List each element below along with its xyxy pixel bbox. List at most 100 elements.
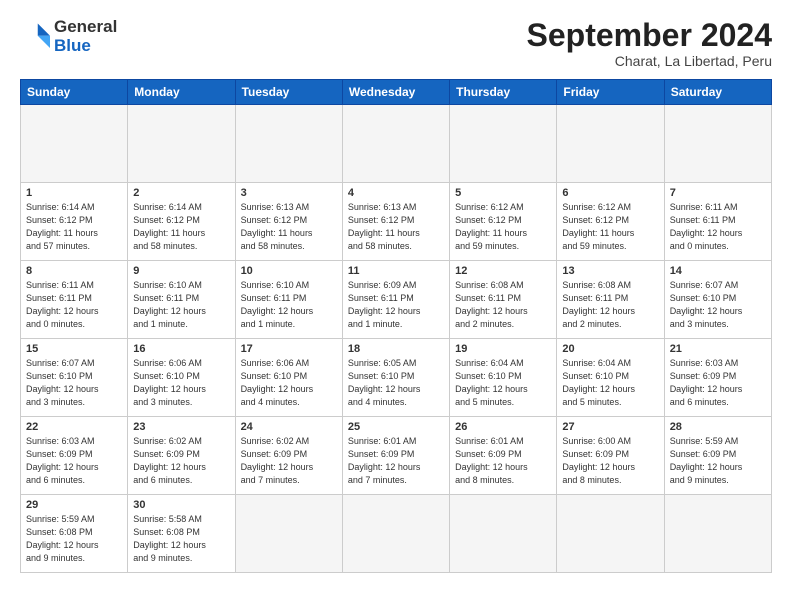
col-saturday: Saturday <box>664 80 771 105</box>
day-number: 27 <box>562 421 658 433</box>
day-number: 22 <box>26 421 122 433</box>
day-detail: Sunrise: 6:08 AM Sunset: 6:11 PM Dayligh… <box>562 279 658 331</box>
calendar-week-row: 22 Sunrise: 6:03 AM Sunset: 6:09 PM Dayli… <box>21 417 772 495</box>
day-detail: Sunrise: 6:08 AM Sunset: 6:11 PM Dayligh… <box>455 279 551 331</box>
calendar-table: Sunday Monday Tuesday Wednesday Thursday… <box>20 79 772 573</box>
calendar-body: 1 Sunrise: 6:14 AM Sunset: 6:12 PM Daylig… <box>21 105 772 573</box>
calendar-cell: 19 Sunrise: 6:04 AM Sunset: 6:10 PM Dayli… <box>450 339 557 417</box>
calendar-cell: 23Sunrise: 6:02 AM Sunset: 6:09 PM Dayli… <box>128 417 235 495</box>
day-detail: Sunrise: 6:02 AM Sunset: 6:09 PM Dayligh… <box>241 435 337 487</box>
col-friday: Friday <box>557 80 664 105</box>
calendar-cell: 16 Sunrise: 6:06 AM Sunset: 6:10 PM Dayli… <box>128 339 235 417</box>
day-detail: Sunrise: 6:04 AM Sunset: 6:10 PM Dayligh… <box>455 357 551 409</box>
calendar-cell <box>664 105 771 183</box>
day-detail: Sunrise: 5:58 AM Sunset: 6:08 PM Dayligh… <box>133 513 229 565</box>
day-number: 17 <box>241 343 337 355</box>
day-number: 6 <box>562 187 658 199</box>
day-detail: Sunrise: 6:03 AM Sunset: 6:09 PM Dayligh… <box>26 435 122 487</box>
calendar-cell: 6 Sunrise: 6:12 AM Sunset: 6:12 PM Daylig… <box>557 183 664 261</box>
day-detail: Sunrise: 6:06 AM Sunset: 6:10 PM Dayligh… <box>133 357 229 409</box>
calendar-cell: 20Sunrise: 6:04 AM Sunset: 6:10 PM Dayli… <box>557 339 664 417</box>
logo-blue: Blue <box>54 36 91 55</box>
day-detail: Sunrise: 6:14 AM Sunset: 6:12 PM Dayligh… <box>26 201 122 253</box>
calendar-cell <box>342 105 449 183</box>
calendar-cell: 26 Sunrise: 6:01 AM Sunset: 6:09 PM Dayli… <box>450 417 557 495</box>
calendar-cell: 27 Sunrise: 6:00 AM Sunset: 6:09 PM Dayli… <box>557 417 664 495</box>
calendar-cell: 18Sunrise: 6:05 AM Sunset: 6:10 PM Dayli… <box>342 339 449 417</box>
day-detail: Sunrise: 6:12 AM Sunset: 6:12 PM Dayligh… <box>455 201 551 253</box>
day-detail: Sunrise: 6:09 AM Sunset: 6:11 PM Dayligh… <box>348 279 444 331</box>
calendar-cell: 9Sunrise: 6:10 AM Sunset: 6:11 PM Daylig… <box>128 261 235 339</box>
col-wednesday: Wednesday <box>342 80 449 105</box>
day-detail: Sunrise: 6:12 AM Sunset: 6:12 PM Dayligh… <box>562 201 658 253</box>
calendar-week-row: 1 Sunrise: 6:14 AM Sunset: 6:12 PM Daylig… <box>21 183 772 261</box>
calendar-cell <box>342 495 449 573</box>
page: General Blue September 2024 Charat, La L… <box>0 0 792 612</box>
calendar-cell: 22 Sunrise: 6:03 AM Sunset: 6:09 PM Dayli… <box>21 417 128 495</box>
calendar-week-row: 29 Sunrise: 5:59 AM Sunset: 6:08 PM Dayli… <box>21 495 772 573</box>
calendar-week-row: 15Sunrise: 6:07 AM Sunset: 6:10 PM Dayli… <box>21 339 772 417</box>
calendar-cell: 5Sunrise: 6:12 AM Sunset: 6:12 PM Daylig… <box>450 183 557 261</box>
calendar-cell: 13 Sunrise: 6:08 AM Sunset: 6:11 PM Dayli… <box>557 261 664 339</box>
day-number: 8 <box>26 265 122 277</box>
day-number: 29 <box>26 499 122 511</box>
day-detail: Sunrise: 5:59 AM Sunset: 6:09 PM Dayligh… <box>670 435 766 487</box>
day-detail: Sunrise: 6:14 AM Sunset: 6:12 PM Dayligh… <box>133 201 229 253</box>
calendar-cell: 10 Sunrise: 6:10 AM Sunset: 6:11 PM Dayli… <box>235 261 342 339</box>
logo-icon <box>22 20 50 48</box>
day-detail: Sunrise: 6:01 AM Sunset: 6:09 PM Dayligh… <box>348 435 444 487</box>
calendar-cell: 11Sunrise: 6:09 AM Sunset: 6:11 PM Dayli… <box>342 261 449 339</box>
logo-general: General <box>54 17 117 36</box>
logo: General Blue <box>20 18 117 55</box>
day-number: 18 <box>348 343 444 355</box>
day-number: 1 <box>26 187 122 199</box>
day-number: 10 <box>241 265 337 277</box>
day-number: 26 <box>455 421 551 433</box>
day-number: 20 <box>562 343 658 355</box>
day-number: 28 <box>670 421 766 433</box>
calendar-cell <box>557 495 664 573</box>
calendar-cell: 14Sunrise: 6:07 AM Sunset: 6:10 PM Dayli… <box>664 261 771 339</box>
calendar-cell <box>128 105 235 183</box>
calendar-cell <box>557 105 664 183</box>
day-detail: Sunrise: 6:07 AM Sunset: 6:10 PM Dayligh… <box>670 279 766 331</box>
day-number: 21 <box>670 343 766 355</box>
calendar-cell: 17Sunrise: 6:06 AM Sunset: 6:10 PM Dayli… <box>235 339 342 417</box>
calendar-cell: 21 Sunrise: 6:03 AM Sunset: 6:09 PM Dayli… <box>664 339 771 417</box>
day-number: 9 <box>133 265 229 277</box>
day-detail: Sunrise: 5:59 AM Sunset: 6:08 PM Dayligh… <box>26 513 122 565</box>
header: General Blue September 2024 Charat, La L… <box>20 18 772 69</box>
day-detail: Sunrise: 6:01 AM Sunset: 6:09 PM Dayligh… <box>455 435 551 487</box>
calendar-cell <box>450 495 557 573</box>
day-number: 25 <box>348 421 444 433</box>
day-detail: Sunrise: 6:10 AM Sunset: 6:11 PM Dayligh… <box>241 279 337 331</box>
day-number: 23 <box>133 421 229 433</box>
calendar-cell: 1 Sunrise: 6:14 AM Sunset: 6:12 PM Daylig… <box>21 183 128 261</box>
col-sunday: Sunday <box>21 80 128 105</box>
day-detail: Sunrise: 6:03 AM Sunset: 6:09 PM Dayligh… <box>670 357 766 409</box>
calendar-cell: 15Sunrise: 6:07 AM Sunset: 6:10 PM Dayli… <box>21 339 128 417</box>
calendar-cell <box>664 495 771 573</box>
day-number: 15 <box>26 343 122 355</box>
day-detail: Sunrise: 6:00 AM Sunset: 6:09 PM Dayligh… <box>562 435 658 487</box>
calendar-cell: 2 Sunrise: 6:14 AM Sunset: 6:12 PM Daylig… <box>128 183 235 261</box>
calendar-cell: 30Sunrise: 5:58 AM Sunset: 6:08 PM Dayli… <box>128 495 235 573</box>
day-number: 13 <box>562 265 658 277</box>
day-number: 4 <box>348 187 444 199</box>
month-title: September 2024 <box>527 18 772 53</box>
day-detail: Sunrise: 6:13 AM Sunset: 6:12 PM Dayligh… <box>241 201 337 253</box>
day-detail: Sunrise: 6:13 AM Sunset: 6:12 PM Dayligh… <box>348 201 444 253</box>
col-monday: Monday <box>128 80 235 105</box>
day-number: 2 <box>133 187 229 199</box>
calendar-cell: 24Sunrise: 6:02 AM Sunset: 6:09 PM Dayli… <box>235 417 342 495</box>
day-number: 16 <box>133 343 229 355</box>
day-number: 19 <box>455 343 551 355</box>
calendar-cell <box>235 495 342 573</box>
calendar-week-row <box>21 105 772 183</box>
calendar-cell: 28 Sunrise: 5:59 AM Sunset: 6:09 PM Dayli… <box>664 417 771 495</box>
col-tuesday: Tuesday <box>235 80 342 105</box>
day-number: 3 <box>241 187 337 199</box>
calendar-cell: 29 Sunrise: 5:59 AM Sunset: 6:08 PM Dayli… <box>21 495 128 573</box>
day-detail: Sunrise: 6:11 AM Sunset: 6:11 PM Dayligh… <box>670 201 766 253</box>
calendar-cell <box>21 105 128 183</box>
